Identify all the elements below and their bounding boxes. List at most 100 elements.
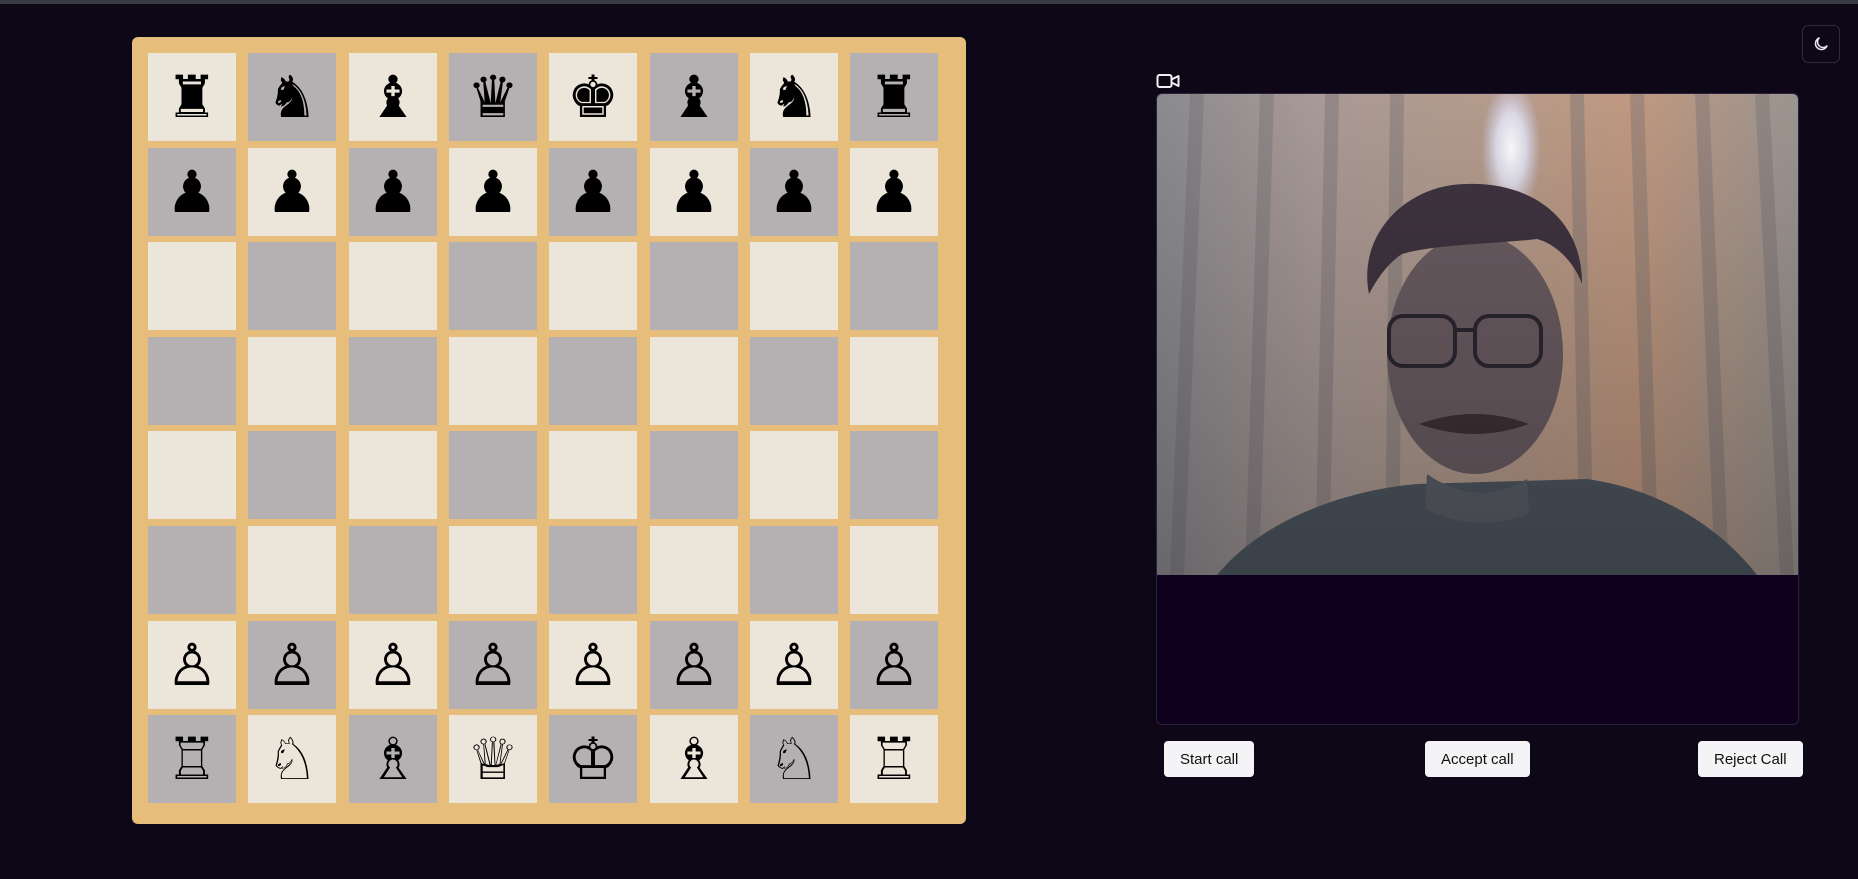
square-d4[interactable] (449, 431, 537, 519)
square-h3[interactable] (850, 526, 938, 614)
square-d6[interactable] (449, 242, 537, 330)
white-pawn-icon[interactable]: ♙ (668, 636, 720, 694)
square-h8[interactable]: ♜ (850, 53, 938, 141)
black-pawn-icon[interactable]: ♟ (668, 163, 720, 221)
square-g6[interactable] (750, 242, 838, 330)
square-c1[interactable]: ♗ (349, 715, 437, 803)
square-b3[interactable] (248, 526, 336, 614)
square-g1[interactable]: ♘ (750, 715, 838, 803)
square-c7[interactable]: ♟ (349, 148, 437, 236)
white-pawn-icon[interactable]: ♙ (868, 636, 920, 694)
black-rook-icon[interactable]: ♜ (868, 68, 920, 126)
black-knight-icon[interactable]: ♞ (768, 68, 820, 126)
black-queen-icon[interactable]: ♛ (467, 68, 519, 126)
square-g2[interactable]: ♙ (750, 621, 838, 709)
square-h5[interactable] (850, 337, 938, 425)
square-b2[interactable]: ♙ (248, 621, 336, 709)
square-h7[interactable]: ♟ (850, 148, 938, 236)
square-c3[interactable] (349, 526, 437, 614)
square-a6[interactable] (148, 242, 236, 330)
white-pawn-icon[interactable]: ♙ (266, 636, 318, 694)
square-a2[interactable]: ♙ (148, 621, 236, 709)
black-pawn-icon[interactable]: ♟ (266, 163, 318, 221)
start-call-button[interactable]: Start call (1164, 741, 1255, 777)
square-d8[interactable]: ♛ (449, 53, 537, 141)
square-g3[interactable] (750, 526, 838, 614)
square-e8[interactable]: ♚ (549, 53, 637, 141)
square-h2[interactable]: ♙ (850, 621, 938, 709)
white-knight-icon[interactable]: ♘ (266, 730, 318, 788)
square-e1[interactable]: ♔ (549, 715, 637, 803)
chess-board[interactable]: ♜ ♞ ♝ ♛ ♚ ♝ ♞ ♜ ♟ ♟ ♟ ♟ ♟ ♟ ♟ ♟ ♙ ♙ ♙ ♙ ♙ ♙ ♙ ♙ ♖ ♘ ♗ ♕ ♔ ♗ ♘ ♖ (132, 37, 966, 824)
square-c4[interactable] (349, 431, 437, 519)
square-d3[interactable] (449, 526, 537, 614)
black-bishop-icon[interactable]: ♝ (367, 68, 419, 126)
square-g4[interactable] (750, 431, 838, 519)
square-a1[interactable]: ♖ (148, 715, 236, 803)
square-d2[interactable]: ♙ (449, 621, 537, 709)
white-pawn-icon[interactable]: ♙ (467, 636, 519, 694)
black-pawn-icon[interactable]: ♟ (868, 163, 920, 221)
black-knight-icon[interactable]: ♞ (266, 68, 318, 126)
black-king-icon[interactable]: ♚ (567, 68, 619, 126)
square-e6[interactable] (549, 242, 637, 330)
square-b4[interactable] (248, 431, 336, 519)
white-king-icon[interactable]: ♔ (567, 730, 619, 788)
black-pawn-icon[interactable]: ♟ (567, 163, 619, 221)
accept-call-button[interactable]: Accept call (1425, 741, 1530, 777)
square-b7[interactable]: ♟ (248, 148, 336, 236)
square-f5[interactable] (650, 337, 738, 425)
black-pawn-icon[interactable]: ♟ (467, 163, 519, 221)
square-g8[interactable]: ♞ (750, 53, 838, 141)
square-c6[interactable] (349, 242, 437, 330)
square-f4[interactable] (650, 431, 738, 519)
black-pawn-icon[interactable]: ♟ (768, 163, 820, 221)
square-f1[interactable]: ♗ (650, 715, 738, 803)
square-f3[interactable] (650, 526, 738, 614)
white-rook-icon[interactable]: ♖ (166, 730, 218, 788)
square-f2[interactable]: ♙ (650, 621, 738, 709)
square-b5[interactable] (248, 337, 336, 425)
square-h1[interactable]: ♖ (850, 715, 938, 803)
square-a7[interactable]: ♟ (148, 148, 236, 236)
black-rook-icon[interactable]: ♜ (166, 68, 218, 126)
square-h4[interactable] (850, 431, 938, 519)
square-g7[interactable]: ♟ (750, 148, 838, 236)
square-b8[interactable]: ♞ (248, 53, 336, 141)
square-c5[interactable] (349, 337, 437, 425)
square-a5[interactable] (148, 337, 236, 425)
white-knight-icon[interactable]: ♘ (768, 730, 820, 788)
white-pawn-icon[interactable]: ♙ (567, 636, 619, 694)
black-pawn-icon[interactable]: ♟ (166, 163, 218, 221)
square-e2[interactable]: ♙ (549, 621, 637, 709)
white-pawn-icon[interactable]: ♙ (367, 636, 419, 694)
white-pawn-icon[interactable]: ♙ (768, 636, 820, 694)
square-g5[interactable] (750, 337, 838, 425)
white-queen-icon[interactable]: ♕ (467, 730, 519, 788)
square-d1[interactable]: ♕ (449, 715, 537, 803)
square-b1[interactable]: ♘ (248, 715, 336, 803)
square-h6[interactable] (850, 242, 938, 330)
square-e7[interactable]: ♟ (549, 148, 637, 236)
black-bishop-icon[interactable]: ♝ (668, 68, 720, 126)
square-e5[interactable] (549, 337, 637, 425)
square-d5[interactable] (449, 337, 537, 425)
square-a4[interactable] (148, 431, 236, 519)
square-d7[interactable]: ♟ (449, 148, 537, 236)
square-f7[interactable]: ♟ (650, 148, 738, 236)
white-pawn-icon[interactable]: ♙ (166, 636, 218, 694)
square-c2[interactable]: ♙ (349, 621, 437, 709)
square-f8[interactable]: ♝ (650, 53, 738, 141)
square-c8[interactable]: ♝ (349, 53, 437, 141)
black-pawn-icon[interactable]: ♟ (367, 163, 419, 221)
square-a8[interactable]: ♜ (148, 53, 236, 141)
theme-toggle-button[interactable] (1802, 25, 1840, 63)
square-e4[interactable] (549, 431, 637, 519)
square-b6[interactable] (248, 242, 336, 330)
white-rook-icon[interactable]: ♖ (868, 730, 920, 788)
white-bishop-icon[interactable]: ♗ (367, 730, 419, 788)
square-a3[interactable] (148, 526, 236, 614)
square-f6[interactable] (650, 242, 738, 330)
reject-call-button[interactable]: Reject Call (1698, 741, 1803, 777)
square-e3[interactable] (549, 526, 637, 614)
